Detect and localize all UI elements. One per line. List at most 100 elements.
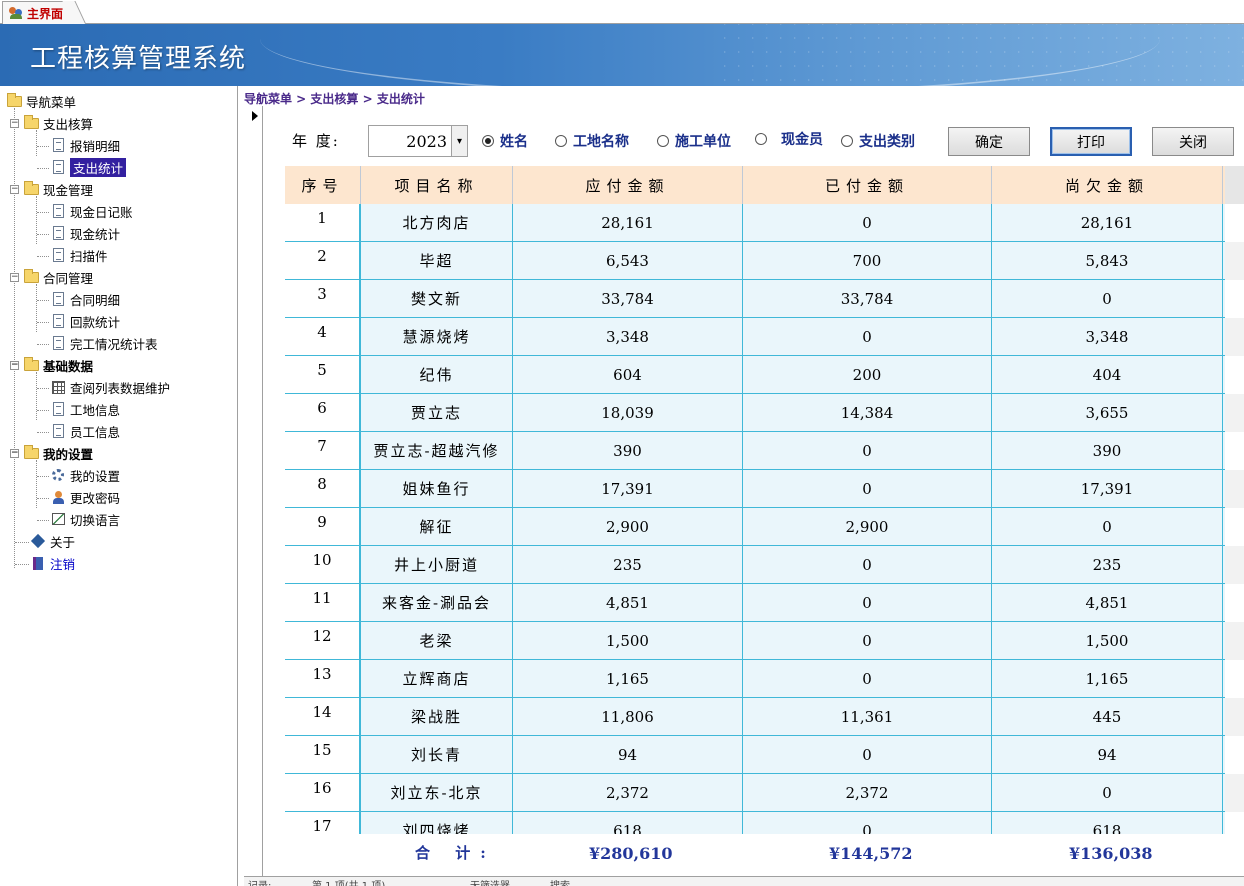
cell-payable: 18,039 [513,394,743,431]
table-row[interactable]: 15 刘长青 94 0 94 [285,736,1225,774]
nav-group-cash[interactable]: − 现金管理 [10,179,93,199]
nav-item-list-maintenance[interactable]: 查阅列表数据维护 [50,377,170,397]
radio-cashier[interactable]: 现金员 [755,129,823,149]
table-row[interactable]: 6 贾立志 18,039 14,384 3,655 [285,394,1225,432]
collapse-icon[interactable]: − [10,184,19,194]
tab-main[interactable]: 主界面 [2,1,75,24]
nav-item-payment-stats[interactable]: 回款统计 [50,311,120,331]
nav-item-label: 查阅列表数据维护 [70,380,171,396]
table-row[interactable]: 14 梁战胜 11,806 11,361 445 [285,698,1225,736]
nav-item-scans[interactable]: 扫描件 [50,245,108,265]
cell-owed: 0 [992,774,1223,811]
cell-item-name: 刘立东-北京 [361,774,513,811]
cell-payable: 2,372 [513,774,743,811]
close-button[interactable]: 关闭 [1152,127,1234,156]
cell-paid: 2,900 [743,508,992,545]
nav-item-staff-info[interactable]: 员工信息 [50,421,120,441]
table-row[interactable]: 16 刘立东-北京 2,372 2,372 0 [285,774,1225,812]
radio-category[interactable]: 支出类别 [841,131,915,151]
table-right-strip [1225,166,1244,834]
nav-group-settings[interactable]: − 我的设置 [10,443,93,463]
chevron-down-icon[interactable]: ▾ [451,126,467,156]
nav-group-contract[interactable]: − 合同管理 [10,267,93,287]
table-row[interactable]: 9 解征 2,900 2,900 0 [285,508,1225,546]
radio-name[interactable]: 姓名 [482,131,528,151]
cell-item-name: 北方肉店 [361,204,513,241]
nav-root[interactable]: 导航菜单 [6,91,76,111]
nav-item-language[interactable]: 切换语言 [50,509,120,529]
nav-item-my-settings[interactable]: 我的设置 [50,465,120,485]
table-row[interactable]: 17 刘四烧烤 618 0 618 [285,812,1225,834]
cell-payable: 28,161 [513,204,743,241]
collapse-icon[interactable]: − [10,448,19,458]
nav-item-cash-journal[interactable]: 现金日记账 [50,201,133,221]
nav-item-site-info[interactable]: 工地信息 [50,399,120,419]
cell-payable: 1,500 [513,622,743,659]
document-icon [50,247,66,263]
table-row[interactable]: 7 贾立志-超越汽修 390 0 390 [285,432,1225,470]
radio-label: 施工单位 [675,134,731,150]
cell-index: 6 [285,394,361,431]
record-selector[interactable] [248,106,263,886]
totals-label: 合 计: [415,844,496,862]
language-chart-icon [50,511,66,527]
header-index: 序号 [285,166,361,204]
nav-item-about[interactable]: 关于 [30,531,75,551]
table-row[interactable]: 12 老梁 1,500 0 1,500 [285,622,1225,660]
nav-item-label: 合同明细 [70,292,121,308]
nav-item-completion-stats[interactable]: 完工情况统计表 [50,333,158,353]
radio-unchecked-icon [657,135,669,147]
search-box[interactable]: 搜索 [550,877,570,886]
filter-status[interactable]: 无筛选器 [470,877,510,886]
cell-item-name: 立辉商店 [361,660,513,697]
record-position[interactable]: 第 1 项(共 1 项) [312,877,385,886]
banner-wave [260,24,1160,86]
ok-button[interactable]: 确定 [948,127,1030,156]
radio-unchecked-icon [555,135,567,147]
nav-item-label: 关于 [50,534,76,550]
radio-label: 工地名称 [573,134,629,150]
cell-index: 1 [285,204,361,241]
door-exit-icon [30,555,46,571]
header-item-name: 项目名称 [361,166,513,204]
table-row[interactable]: 1 北方肉店 28,161 0 28,161 [285,204,1225,242]
cell-paid: 200 [743,356,992,393]
cell-paid: 0 [743,470,992,507]
cell-payable: 235 [513,546,743,583]
cell-paid: 0 [743,622,992,659]
table-row[interactable]: 4 慧源烧烤 3,348 0 3,348 [285,318,1225,356]
nav-item-expense-stats[interactable]: 支出统计 [50,157,127,177]
nav-item-change-password[interactable]: 更改密码 [50,487,120,507]
collapse-icon[interactable]: − [10,272,19,282]
collapse-icon[interactable]: − [10,360,19,370]
nav-item-label: 现金日记账 [70,204,133,220]
table-row[interactable]: 10 井上小厨道 235 0 235 [285,546,1225,584]
tab-strip: 主界面 [0,0,1244,24]
cell-index: 13 [285,660,361,697]
radio-contractor[interactable]: 施工单位 [657,131,731,151]
nav-group-expense[interactable]: − 支出核算 [10,113,93,133]
nav-group-basedata[interactable]: − 基础数据 [10,355,93,375]
year-combobox[interactable]: 2023 ▾ [368,125,468,157]
users-icon [9,7,23,19]
nav-item-expense-detail[interactable]: 报销明细 [50,135,120,155]
print-button[interactable]: 打印 [1050,127,1132,156]
nav-item-cash-stats[interactable]: 现金统计 [50,223,120,243]
table-row[interactable]: 2 毕超 6,543 700 5,843 [285,242,1225,280]
collapse-icon[interactable]: − [10,118,19,128]
current-record-arrow-icon [252,111,258,121]
cell-item-name: 纪伟 [361,356,513,393]
table-row[interactable]: 8 姐妹鱼行 17,391 0 17,391 [285,470,1225,508]
radio-site[interactable]: 工地名称 [555,131,629,151]
totals-row: 合 计: ¥280,610 ¥144,572 ¥136,038 [285,834,1225,872]
table-row[interactable]: 13 立辉商店 1,165 0 1,165 [285,660,1225,698]
table-row[interactable]: 5 纪伟 604 200 404 [285,356,1225,394]
nav-group-label: 合同管理 [43,270,94,286]
nav-item-label: 我的设置 [70,468,121,484]
user-key-icon [50,489,66,505]
table-row[interactable]: 11 来客金-涮品会 4,851 0 4,851 [285,584,1225,622]
cell-index: 7 [285,432,361,469]
nav-item-contract-detail[interactable]: 合同明细 [50,289,120,309]
table-row[interactable]: 3 樊文新 33,784 33,784 0 [285,280,1225,318]
nav-item-logout[interactable]: 注销 [30,553,75,573]
